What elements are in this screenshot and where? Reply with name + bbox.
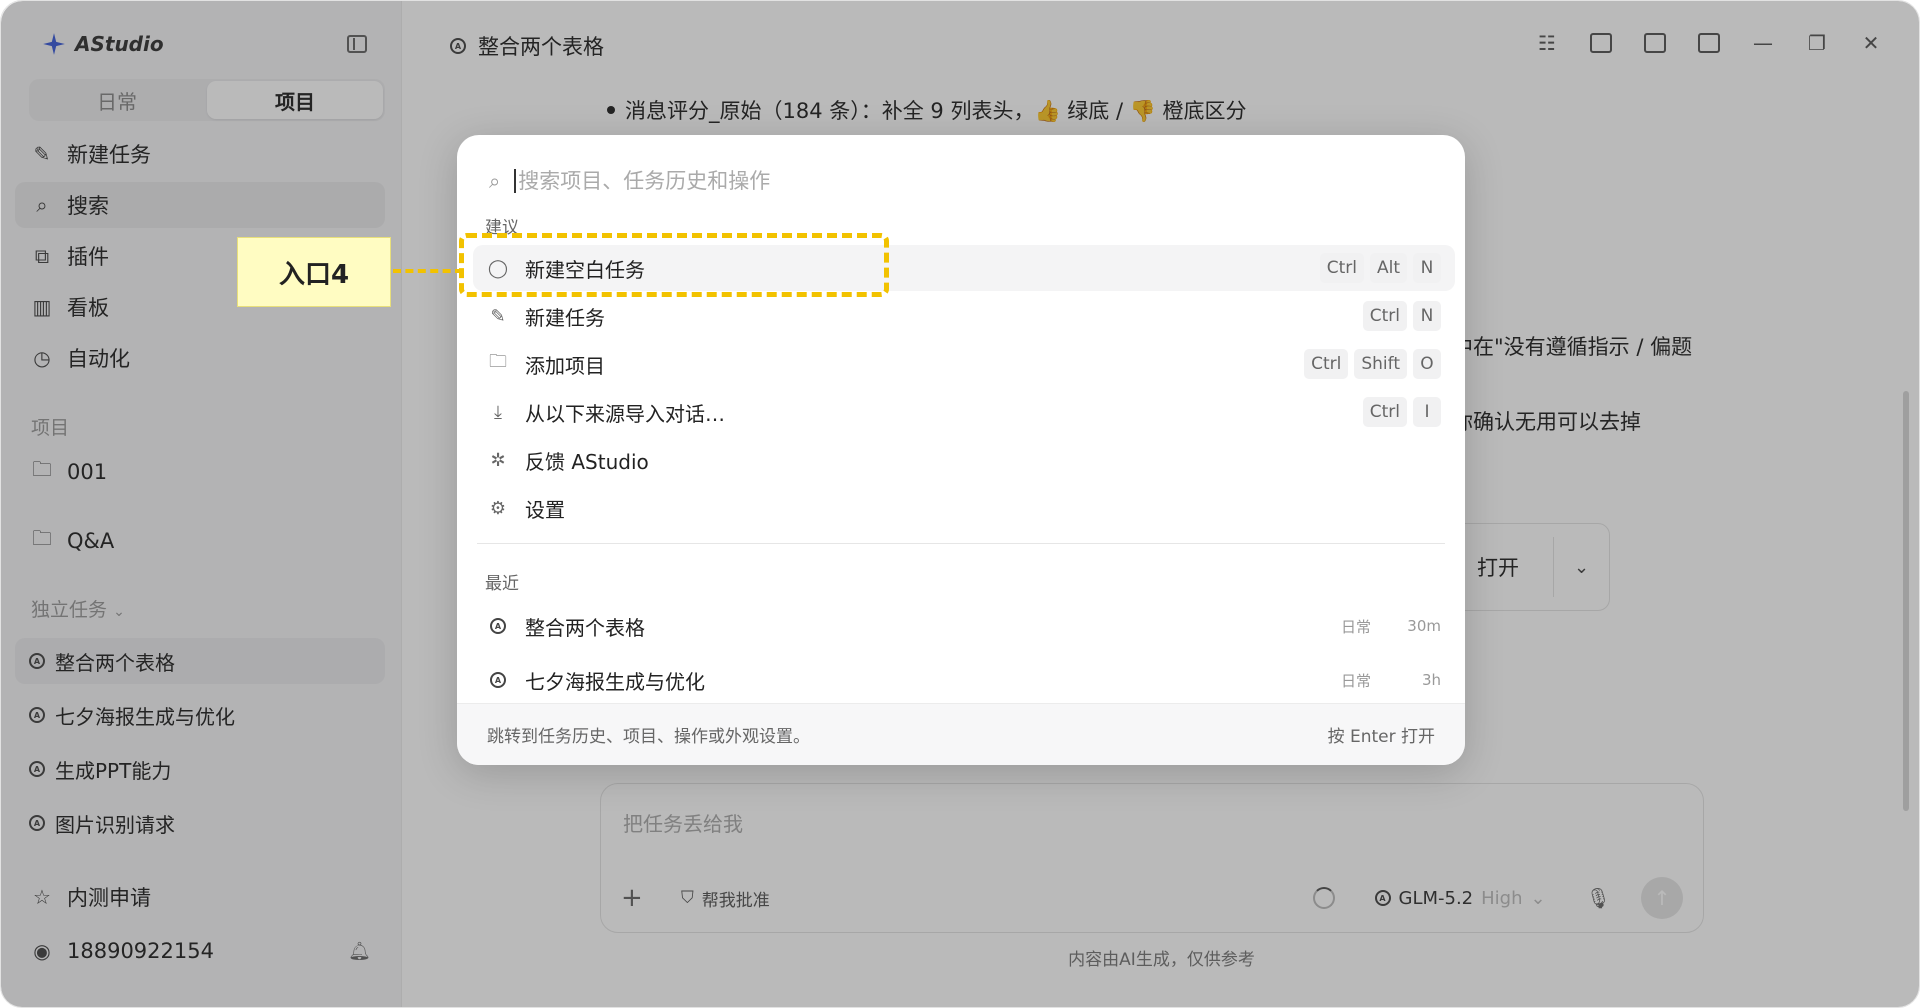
- recent-label: 七夕海报生成与优化: [525, 669, 705, 694]
- shortcut: Ctrl Alt N: [1319, 253, 1441, 283]
- divider: [477, 543, 1445, 544]
- key: Ctrl: [1319, 253, 1364, 283]
- gear-icon: ⚙: [489, 497, 507, 519]
- cmd-label: 从以下来源导入对话…: [525, 401, 725, 426]
- cmd-label: 添加项目: [525, 353, 605, 378]
- annotation-connector: [393, 269, 463, 273]
- recent-item[interactable]: A 七夕海报生成与优化 日常 3h: [473, 657, 1455, 703]
- key: Ctrl: [1362, 397, 1407, 427]
- cmd-label: 新建任务: [525, 305, 605, 330]
- recent-time: 30m: [1407, 617, 1441, 635]
- download-icon: ⤓: [494, 401, 502, 423]
- annotation-callout: 入口4: [237, 237, 391, 307]
- key: Ctrl: [1304, 349, 1349, 379]
- task-app-icon: A: [487, 672, 509, 688]
- cmd-label: 设置: [525, 497, 565, 522]
- cmd-settings[interactable]: ⚙ 设置: [473, 485, 1455, 531]
- key: N: [1413, 301, 1441, 331]
- command-palette: ⌕ 建议 ◯ 新建空白任务 Ctrl Alt N ✎ 新建任务 Ctrl N 🗀…: [457, 135, 1465, 765]
- cmd-new-task[interactable]: ✎ 新建任务 Ctrl N: [473, 293, 1455, 339]
- palette-search: ⌕: [489, 161, 1433, 201]
- palette-search-input[interactable]: [514, 169, 1433, 193]
- recent-label: 整合两个表格: [525, 615, 645, 640]
- bug-icon: ✲: [490, 449, 506, 471]
- key: Shift: [1354, 349, 1407, 379]
- footer-hint: 跳转到任务历史、项目、操作或外观设置。: [487, 727, 810, 747]
- annotation-highlight-box: [459, 233, 889, 297]
- task-app-icon: A: [487, 618, 509, 634]
- recent-section-label: 最近: [485, 574, 519, 594]
- shortcut: Ctrl I: [1362, 397, 1441, 427]
- recent-tag: 日常: [1341, 617, 1372, 636]
- shortcut: Ctrl N: [1362, 301, 1441, 331]
- folder-icon: 🗀: [489, 351, 507, 372]
- palette-footer: 跳转到任务历史、项目、操作或外观设置。 按 Enter 打开: [457, 703, 1465, 765]
- key: Alt: [1369, 253, 1407, 283]
- footer-action: 按 Enter 打开: [1327, 727, 1435, 747]
- search-icon: ⌕: [489, 169, 501, 193]
- cmd-feedback[interactable]: ✲ 反馈 AStudio: [473, 437, 1455, 483]
- recent-time: 3h: [1421, 671, 1441, 689]
- recent-item[interactable]: A 整合两个表格 日常 30m: [473, 603, 1455, 649]
- pencil-icon: ✎: [490, 305, 506, 327]
- key: Ctrl: [1362, 301, 1407, 331]
- key: O: [1413, 349, 1441, 379]
- recent-tag: 日常: [1341, 671, 1372, 690]
- cmd-import-conversation[interactable]: ⤓ 从以下来源导入对话… Ctrl I: [473, 389, 1455, 435]
- cmd-add-project[interactable]: 🗀 添加项目 Ctrl Shift O: [473, 341, 1455, 387]
- key: I: [1413, 397, 1441, 427]
- cmd-label: 反馈 AStudio: [525, 449, 649, 474]
- key: N: [1413, 253, 1441, 283]
- shortcut: Ctrl Shift O: [1304, 349, 1441, 379]
- app-window: AStudio 日常 项目 ✎ 新建任务 ⌕ 搜索 ⧉ 插件 ▥ 看板 ◷ 自动…: [0, 0, 1920, 1008]
